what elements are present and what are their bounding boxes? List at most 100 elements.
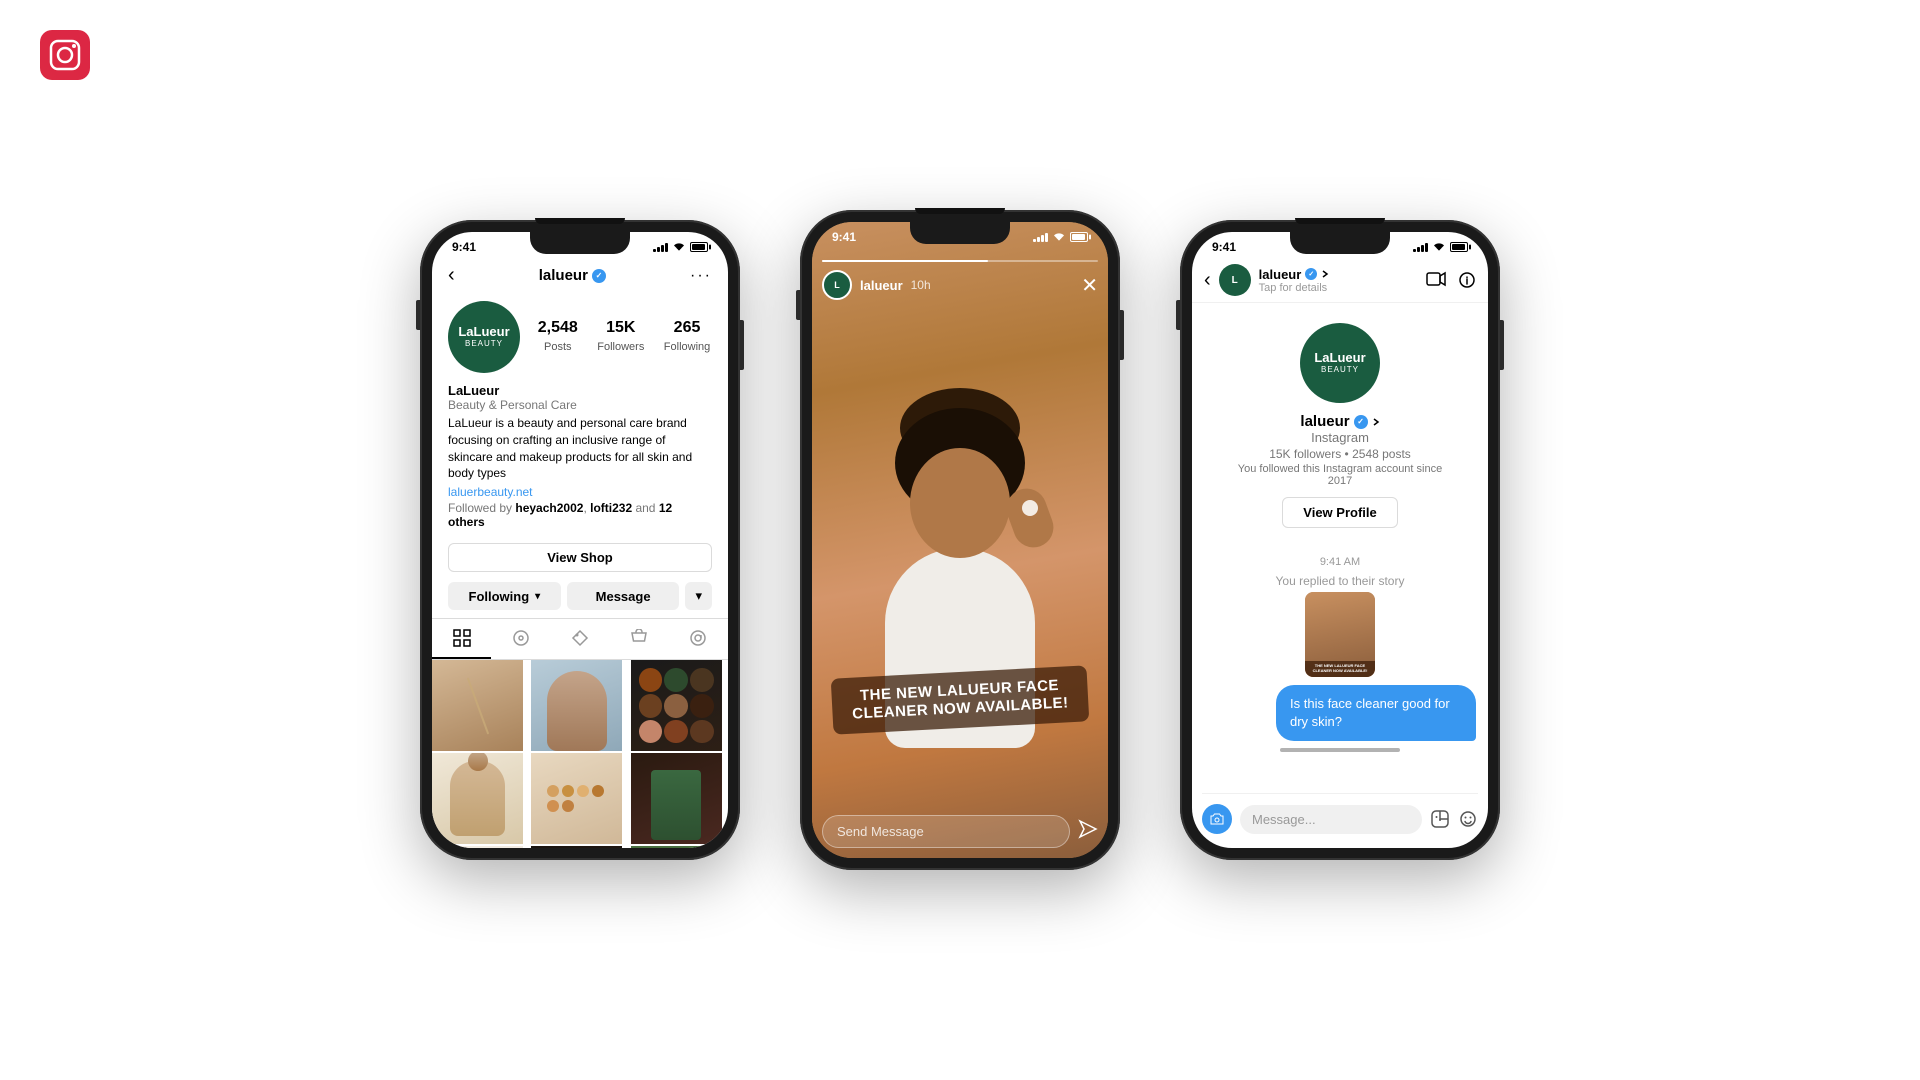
battery-icon — [690, 242, 708, 252]
story-time: 9:41 — [832, 230, 856, 244]
dm-avatar: LaLueur BEAUTY — [1300, 323, 1380, 403]
dm-input-bar: Message... — [1202, 793, 1478, 834]
grid-item-9[interactable] — [631, 846, 722, 848]
dm-message-input[interactable]: Message... — [1240, 805, 1422, 834]
bio-link[interactable]: laluerbeauty.net — [448, 485, 712, 499]
message-button[interactable]: Message — [567, 582, 680, 610]
dm-profile-username: lalueur ✓ — [1300, 413, 1379, 430]
phone-dm: 9:41 — [1180, 220, 1500, 860]
dm-nav: ‹ L lalueur ✓ Tap for details — [1192, 258, 1488, 303]
profile-screen: 9:41 — [432, 232, 728, 848]
emoji-icon[interactable] — [1458, 809, 1478, 829]
grid-item-7[interactable] — [432, 846, 523, 848]
dm-status-icons — [1413, 242, 1468, 252]
bio-followed: Followed by heyach2002, lofti232 and 12 … — [448, 501, 712, 529]
video-call-icon[interactable] — [1426, 271, 1446, 287]
story-message-input[interactable]: Send Message — [822, 815, 1070, 848]
profile-nav: ‹ lalueur ✓ ··· — [432, 258, 728, 293]
time-display: 9:41 — [452, 240, 476, 254]
profile-username-header: lalueur ✓ — [539, 267, 606, 284]
dm-platform: Instagram — [1311, 430, 1369, 445]
story-background: L lalueur 10h ✕ THE NEW LALUEUR FACE CLE… — [812, 222, 1108, 858]
grid-item-5[interactable] — [531, 753, 622, 844]
signal-icon — [1413, 242, 1428, 252]
story-time-ago: 10h — [911, 278, 931, 292]
grid-item-8[interactable] — [531, 846, 622, 848]
more-options-button[interactable]: ··· — [690, 267, 712, 285]
posts-stat: 2,548 Posts — [538, 319, 578, 355]
phone-profile: 9:41 — [420, 220, 740, 860]
wifi-icon — [1052, 232, 1066, 242]
dm-message-bubble: Is this face cleaner good for dry skin? — [1276, 685, 1476, 741]
view-profile-button[interactable]: View Profile — [1282, 497, 1397, 528]
stats-row: 2,548 Posts 15K Followers 265 Following — [536, 319, 712, 355]
dm-nav-info: lalueur ✓ Tap for details — [1259, 267, 1330, 294]
avatar: LaLueur BEAUTY — [448, 301, 520, 373]
grid-item-6[interactable] — [631, 753, 722, 844]
following-button[interactable]: Following ▾ — [448, 582, 561, 610]
bio-name: LaLueur — [448, 383, 712, 398]
story-top-bar: L lalueur 10h ✕ — [812, 252, 1108, 304]
action-buttons: Following ▾ Message ▾ — [432, 578, 728, 618]
dm-camera-button[interactable] — [1202, 804, 1232, 834]
tab-reels[interactable] — [491, 619, 550, 659]
notch — [530, 232, 630, 254]
instagram-logo — [40, 30, 90, 80]
dm-back-button[interactable]: ‹ — [1204, 269, 1211, 292]
status-icons — [653, 242, 708, 252]
grid-item-2[interactable] — [531, 660, 622, 751]
followers-stat: 15K Followers — [597, 319, 644, 355]
profile-tabs — [432, 618, 728, 660]
send-icon[interactable] — [1078, 819, 1098, 844]
story-progress — [822, 260, 1098, 262]
tab-tagged[interactable] — [550, 619, 609, 659]
dm-messages-area: Is this face cleaner good for dry skin? — [1192, 685, 1488, 741]
dm-story-reply-label: You replied to their story — [1192, 574, 1488, 588]
dm-since: You followed this Instagram account sinc… — [1208, 463, 1472, 487]
story-status-icons — [1033, 232, 1088, 242]
story-username: lalueur — [860, 278, 903, 293]
following-stat[interactable]: 265 Following — [664, 319, 710, 355]
story-user-row: L lalueur 10h ✕ — [822, 270, 1098, 300]
back-button[interactable]: ‹ — [448, 264, 455, 287]
view-shop-button[interactable]: View Shop — [448, 543, 712, 572]
signal-icon — [1033, 232, 1048, 242]
battery-icon — [1450, 242, 1468, 252]
signal-icon — [653, 242, 668, 252]
tab-shop[interactable] — [610, 619, 669, 659]
dm-account-info: LaLueur BEAUTY lalueur ✓ Instagram 15K f… — [1192, 303, 1488, 550]
story-status-bar: 9:41 — [812, 222, 1108, 248]
grid-item-1[interactable] — [432, 660, 523, 751]
phone-story: 9:41 — [800, 210, 1120, 870]
story-send-bar: Send Message — [822, 815, 1098, 848]
wifi-icon — [1432, 242, 1446, 252]
bio-category: Beauty & Personal Care — [448, 398, 712, 412]
tab-grid[interactable] — [432, 619, 491, 659]
tab-mentions[interactable] — [669, 619, 728, 659]
profile-bio: LaLueur Beauty & Personal Care LaLueur i… — [432, 381, 728, 537]
dm-story-thumbnail: THE NEW LALUEUR FACE CLEANER NOW AVAILAB… — [1305, 592, 1375, 677]
battery-icon — [1070, 232, 1088, 242]
dm-nav-avatar: L — [1219, 264, 1251, 296]
profile-header: LaLueur BEAUTY 2,548 Posts 15K Followers — [432, 293, 728, 381]
grid-item-4[interactable] — [432, 753, 523, 844]
notch-dm — [1290, 232, 1390, 254]
dm-stats: 15K followers • 2548 posts — [1269, 447, 1411, 461]
dm-time-divider: 9:41 AM — [1192, 550, 1488, 570]
dm-time: 9:41 — [1212, 240, 1236, 254]
story-user-info: L lalueur 10h — [822, 270, 931, 300]
info-icon[interactable] — [1458, 271, 1476, 289]
grid-item-3[interactable] — [631, 660, 722, 751]
story-avatar: L — [822, 270, 852, 300]
verified-badge: ✓ — [592, 269, 606, 283]
more-button[interactable]: ▾ — [685, 582, 712, 610]
dm-verified-badge: ✓ — [1305, 268, 1317, 280]
dm-nav-right — [1426, 271, 1476, 289]
story-close-button[interactable]: ✕ — [1081, 273, 1098, 298]
home-indicator-dm — [1192, 741, 1488, 759]
bio-text: LaLueur is a beauty and personal care br… — [448, 415, 712, 482]
sticker-icon[interactable] — [1430, 809, 1450, 829]
wifi-icon — [672, 242, 686, 252]
phones-row: 9:41 — [420, 210, 1500, 870]
dm-tap-details: Tap for details — [1259, 282, 1330, 294]
